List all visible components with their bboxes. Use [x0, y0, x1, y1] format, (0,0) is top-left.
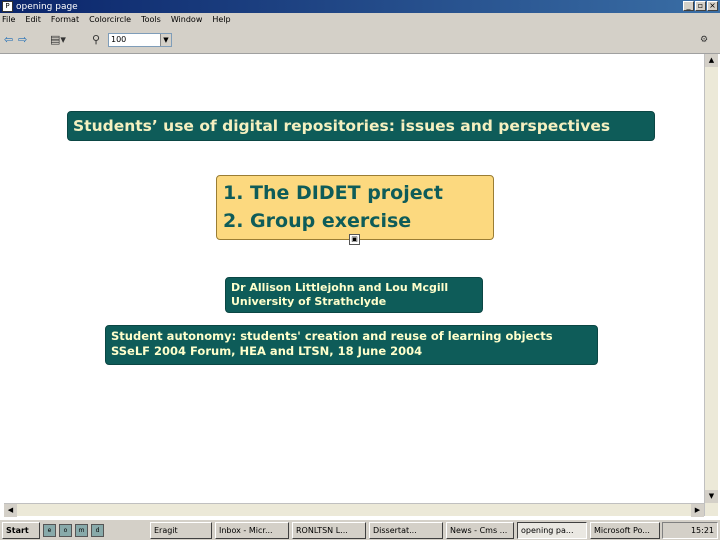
minimize-button[interactable]: _ [683, 1, 694, 11]
event-title: Student autonomy: students' creation and… [111, 329, 553, 343]
clock: 15:21 [690, 526, 714, 535]
menu-tools[interactable]: Tools [141, 15, 161, 24]
authors-box: Dr Allison Littlejohn and Lou Mcgill Uni… [225, 277, 483, 313]
window-titlebar: P opening page _ ▫ × [0, 0, 720, 13]
scroll-left-icon[interactable]: ◀ [4, 504, 17, 517]
close-button[interactable]: × [707, 1, 718, 11]
menu-bar: File Edit Format Colorcircle Tools Windo… [0, 13, 720, 26]
taskbar-item-inbox[interactable]: Inbox - Micr... [215, 522, 289, 539]
start-label: Start [6, 525, 29, 535]
event-box: Student autonomy: students' creation and… [105, 325, 598, 365]
quicklaunch-desktop-icon[interactable]: d [91, 523, 104, 537]
scroll-right-icon[interactable]: ▶ [691, 504, 704, 517]
scroll-down-icon[interactable]: ▼ [705, 490, 718, 503]
options-icon[interactable]: ⚙ [700, 33, 708, 47]
taskbar-item-news[interactable]: News - Cms ... [446, 522, 514, 539]
menu-format[interactable]: Format [51, 15, 79, 24]
forward-arrow-icon[interactable]: ⇨ [18, 33, 27, 47]
zoom-icon[interactable]: ⚲ [92, 33, 100, 47]
quicklaunch-outlook-icon[interactable]: o [59, 523, 72, 537]
scroll-up-icon[interactable]: ▲ [705, 54, 718, 67]
window-controls: _ ▫ × [683, 1, 718, 11]
menu-edit[interactable]: Edit [25, 15, 41, 24]
taskbar-item-ronltsn[interactable]: RONLTSN L... [292, 522, 366, 539]
menu-window[interactable]: Window [171, 15, 203, 24]
menu-colorcircle[interactable]: Colorcircle [89, 15, 131, 24]
back-arrow-icon[interactable]: ⇦ [4, 33, 13, 47]
taskbar-item-powerpoint[interactable]: Microsoft Po... [590, 522, 660, 539]
zoom-value: 100 [111, 35, 127, 44]
toolbar: ⇦ ⇨ ▤▾ ⚲ 100 ▼ ⚙ [0, 26, 720, 54]
taskbar-item-eragit[interactable]: Eragit [150, 522, 212, 539]
agenda-item: 2. Group exercise [223, 210, 412, 232]
chevron-down-icon[interactable]: ▼ [160, 34, 171, 46]
agenda-box: 1. The DIDET project 2. Group exercise [216, 175, 494, 240]
taskbar-item-opening-page[interactable]: opening pa... [517, 522, 587, 539]
app-icon: P [2, 1, 13, 12]
maximize-button[interactable]: ▫ [695, 1, 706, 11]
authors-names: Dr Allison Littlejohn and Lou Mcgill [231, 281, 449, 294]
quicklaunch-media-icon[interactable]: m [75, 523, 88, 537]
start-button[interactable]: Start [2, 521, 40, 539]
slide-canvas: Students’ use of digital repositories: i… [4, 54, 704, 516]
event-details: SSeLF 2004 Forum, HEA and LTSN, 18 June … [111, 344, 423, 358]
system-tray: 15:21 [662, 522, 718, 539]
action-icon[interactable]: ▣ [349, 234, 360, 245]
horizontal-scrollbar[interactable]: ◀ ▶ [4, 503, 704, 517]
agenda-item: 1. The DIDET project [223, 182, 443, 204]
slide-view-icon[interactable]: ▤▾ [50, 33, 66, 47]
authors-affiliation: University of Strathclyde [231, 295, 387, 308]
taskbar-item-dissertation[interactable]: Dissertat... [369, 522, 443, 539]
zoom-select[interactable]: 100 ▼ [108, 33, 172, 47]
menu-file[interactable]: File [2, 15, 15, 24]
window-title: opening page [16, 1, 78, 12]
menu-help[interactable]: Help [212, 15, 230, 24]
quicklaunch-ie-icon[interactable]: e [43, 523, 56, 537]
slide-title: Students’ use of digital repositories: i… [67, 111, 655, 141]
vertical-scrollbar[interactable]: ▲ ▼ [704, 54, 718, 516]
